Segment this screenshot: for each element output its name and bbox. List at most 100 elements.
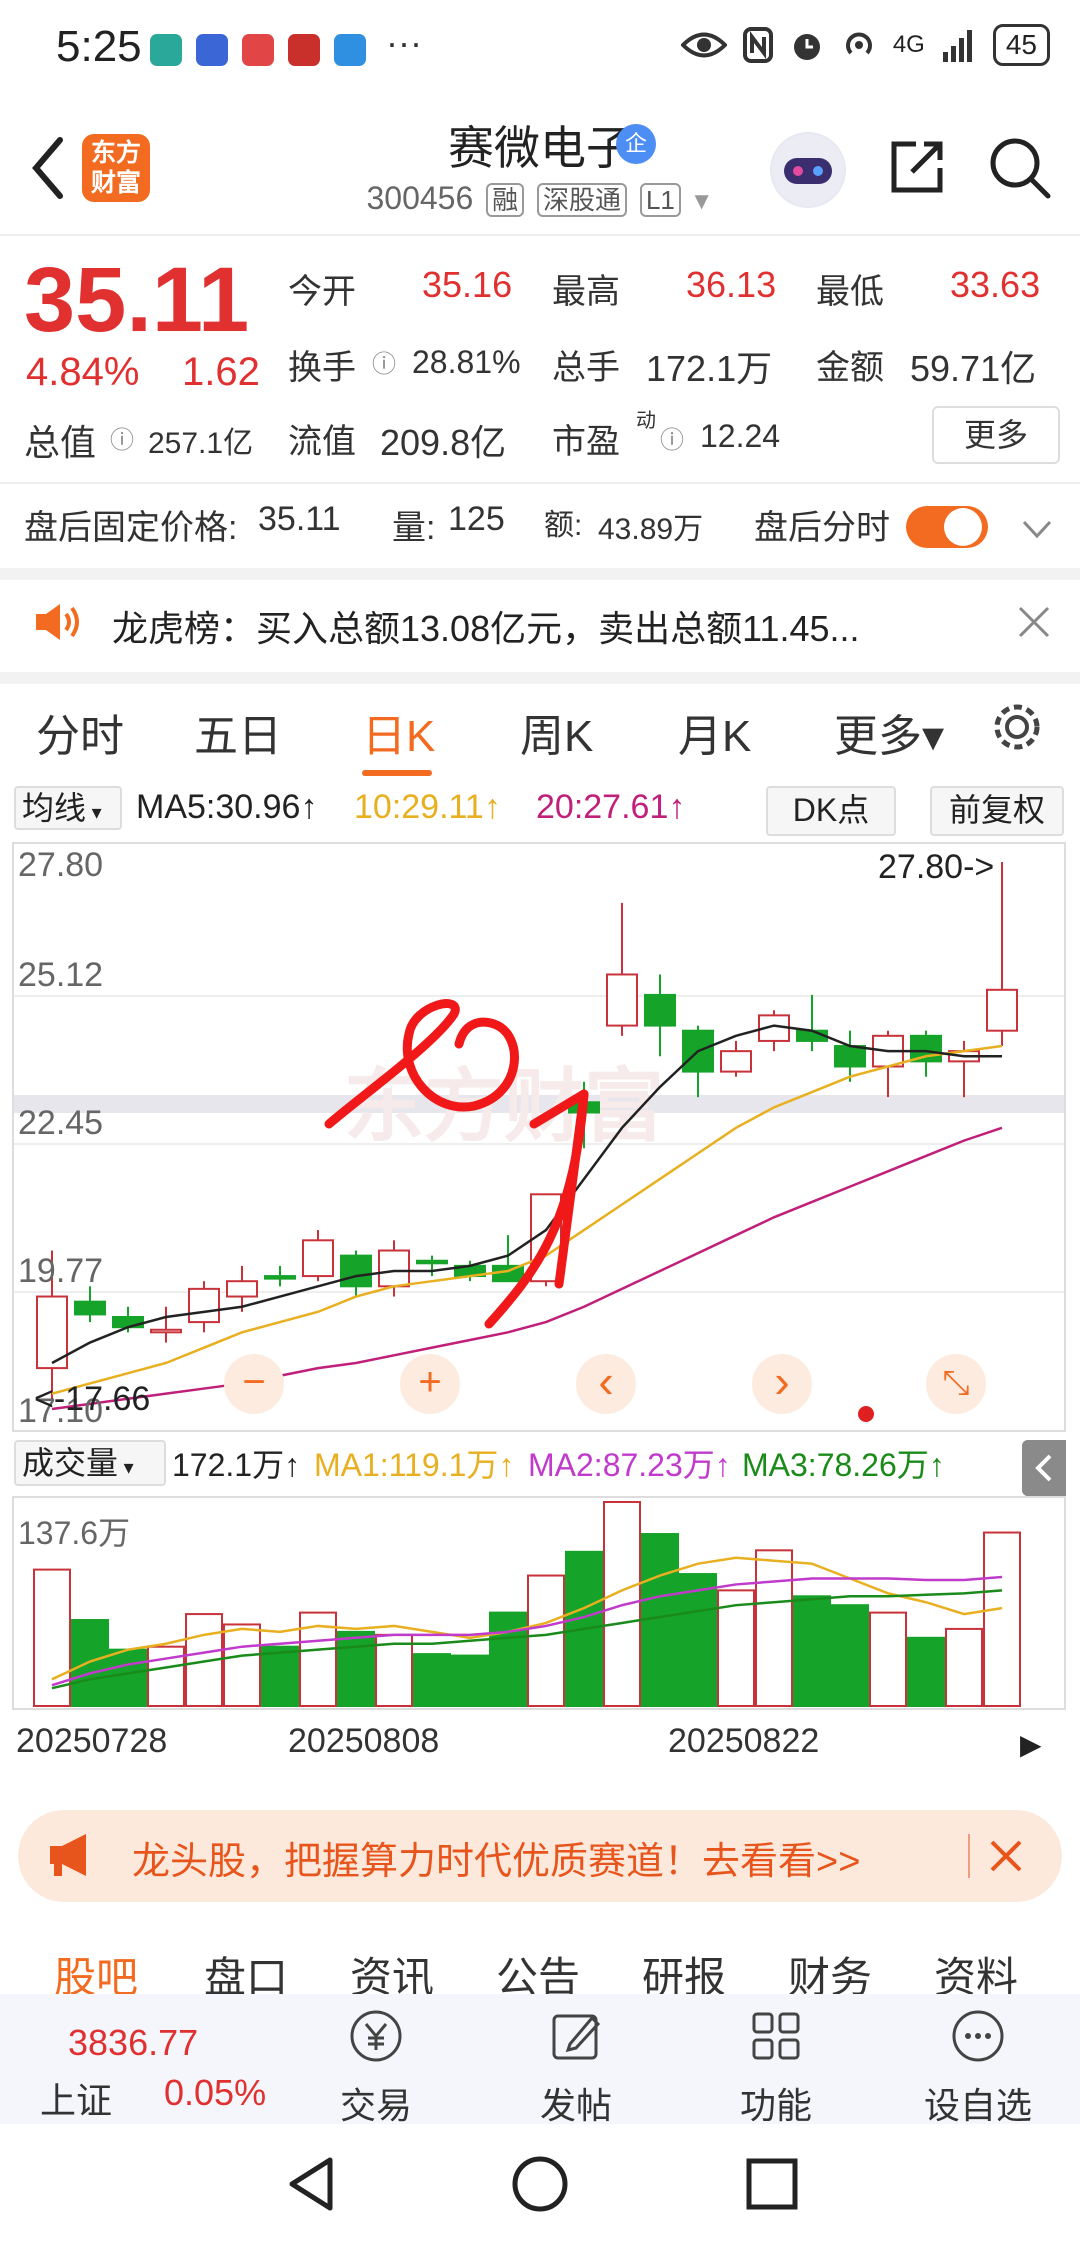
candle-body: [150, 1328, 182, 1334]
info-icon[interactable]: ⓘ: [372, 344, 396, 379]
search-icon[interactable]: [986, 134, 1052, 200]
verified-enterprise-icon: 企: [616, 124, 656, 164]
yuan-exchange-icon: [350, 2010, 402, 2062]
y-label: 25.12: [18, 956, 104, 994]
afterhours-amt: 43.89万: [598, 513, 704, 546]
change-percent: 4.84%: [26, 350, 140, 394]
tab-more[interactable]: 更多▾: [834, 700, 944, 764]
open-label: 今开: [288, 273, 356, 311]
section-gap: [0, 672, 1080, 684]
min-price-label: <-17.66: [34, 1380, 151, 1418]
volume-bar: [983, 1531, 1021, 1708]
dragon-tiger-notice[interactable]: 龙虎榜：买入总额13.08亿元，卖出总额11.45...: [112, 600, 860, 652]
tab-daily-k[interactable]: 日K: [362, 700, 435, 764]
info-icon[interactable]: ⓘ: [660, 420, 684, 455]
volume-bar: [831, 1604, 869, 1707]
float-cap-label: 流值: [288, 423, 356, 461]
volume-svg: [33, 1501, 1021, 1708]
turnover-value: 28.81%: [412, 344, 521, 380]
vol-ma3: MA3:78.26万↑: [742, 1447, 945, 1483]
status-time: 5:25: [56, 22, 142, 71]
volume-max-label: 137.6万: [18, 1515, 131, 1551]
gear-icon[interactable]: [990, 700, 1044, 754]
nav-trade[interactable]: 交易: [306, 1996, 446, 2129]
nav-functions[interactable]: 功能: [706, 1996, 846, 2129]
zoom-out-button[interactable]: −: [224, 1354, 284, 1414]
date-label: 20250808: [288, 1722, 440, 1760]
volume-bar: [489, 1611, 527, 1707]
boss-app-icon: [150, 34, 182, 66]
volume-bar: [71, 1619, 109, 1707]
scroll-right-button[interactable]: ›: [752, 1354, 812, 1414]
volume-bar: [907, 1636, 945, 1707]
alarm-icon: [793, 34, 820, 60]
ma10-value: 10:29.11↑: [354, 788, 501, 826]
nav-post[interactable]: 发帖: [506, 1996, 646, 2129]
y-label: 27.80: [18, 846, 104, 884]
candle-body: [644, 993, 676, 1027]
chevron-down-icon[interactable]: [1018, 510, 1056, 548]
stock-code: 300456: [366, 180, 474, 216]
info-icon[interactable]: ⓘ: [110, 420, 134, 455]
close-icon[interactable]: [1014, 602, 1054, 642]
chevron-right-icon[interactable]: ▶: [1020, 1728, 1042, 1761]
network-label: 4G: [892, 31, 925, 58]
candle-body: [720, 1050, 752, 1073]
zoom-in-button[interactable]: +: [400, 1354, 460, 1414]
chevron-left-icon[interactable]: [1022, 1440, 1066, 1496]
status-more: ···: [386, 22, 422, 63]
volume-chart[interactable]: 137.6万: [12, 1496, 1066, 1710]
nav-label: 功能: [739, 2085, 812, 2126]
volume-select[interactable]: 成交量 ▾: [14, 1440, 166, 1486]
nav-home-icon[interactable]: [510, 2154, 570, 2214]
volume-value: 172.1万: [646, 348, 773, 389]
section-gap: [0, 568, 1080, 580]
promo-text[interactable]: 龙头股，把握算力时代优质赛道！去看看>>: [132, 1830, 860, 1885]
total-cap: 257.1亿: [148, 427, 254, 460]
index-name[interactable]: 上证: [40, 2072, 112, 2124]
nfc-icon: [742, 27, 773, 63]
tab-intraday[interactable]: 分时: [36, 700, 124, 764]
volume-bar: [945, 1627, 983, 1708]
turnover-label: 换手: [288, 349, 356, 387]
date-label: 20250728: [16, 1722, 168, 1760]
volume-bar: [679, 1573, 717, 1707]
hotspot-icon: [845, 32, 872, 55]
tab-weekly-k[interactable]: 周K: [520, 700, 593, 764]
candle-body: [606, 973, 638, 1027]
index-change[interactable]: 0.05%: [164, 2072, 266, 2114]
date-label: 20250822: [668, 1722, 820, 1760]
tab-monthly-k[interactable]: 月K: [678, 700, 751, 764]
share-icon[interactable]: [886, 136, 948, 198]
low-value: 33.63: [950, 264, 1041, 305]
pe-value: 12.24: [700, 418, 781, 454]
amount-value: 59.71亿: [910, 348, 1037, 389]
nav-label: 设自选: [923, 2085, 1032, 2126]
nav-back-icon[interactable]: [284, 2154, 340, 2214]
kline-svg: 东方财富: [14, 862, 1064, 1411]
toggle-knob: [944, 508, 982, 546]
nav-add-watchlist[interactable]: 设自选: [908, 1996, 1048, 2129]
float-cap-value: 209.8亿: [380, 422, 507, 463]
index-value[interactable]: 3836.77: [68, 2022, 198, 2064]
adjust-button[interactable]: 前复权: [930, 786, 1064, 836]
ma5-value: MA5:30.96↑: [136, 788, 318, 826]
tab-five-day[interactable]: 五日: [194, 700, 282, 764]
kline-chart[interactable]: 东方财富 27.80 25.12 22.45 19.77 17.10 27.80…: [12, 842, 1066, 1432]
nav-label: 发帖: [539, 2085, 612, 2126]
weather-app-icon: [334, 34, 366, 66]
ma-select[interactable]: 均线 ▾: [14, 786, 122, 830]
robot-assistant-icon[interactable]: [770, 132, 846, 208]
status-bar: 5:25 ··· 4G 45: [0, 0, 1080, 100]
y-label: 19.77: [18, 1252, 104, 1290]
fullscreen-button[interactable]: ⤡: [926, 1354, 986, 1414]
close-icon[interactable]: [986, 1836, 1026, 1876]
nav-recents-icon[interactable]: [744, 2156, 800, 2212]
afterhours-price: 35.11: [258, 500, 341, 538]
more-quote-button[interactable]: 更多: [932, 406, 1060, 464]
scroll-left-button[interactable]: ‹: [576, 1354, 636, 1414]
divider: [0, 234, 1080, 236]
ma20-line: [51, 1126, 1003, 1411]
volume-bar: [755, 1549, 793, 1708]
dk-point-button[interactable]: DK点: [766, 786, 896, 836]
